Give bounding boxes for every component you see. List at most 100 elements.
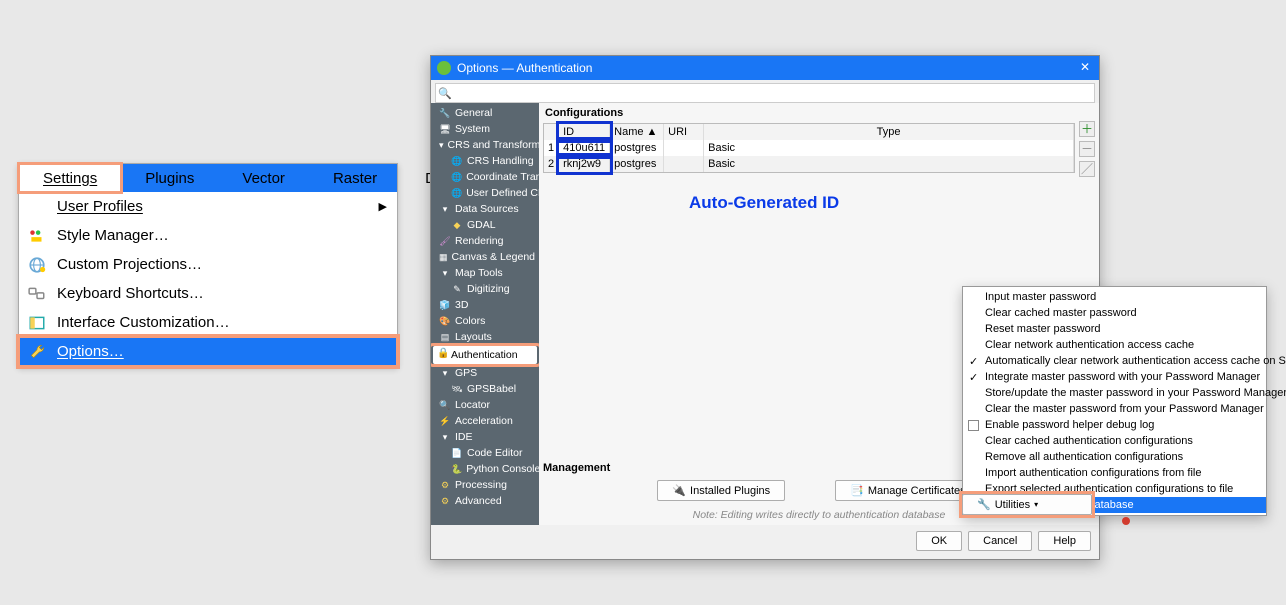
chevron-right-icon: ▶ <box>379 200 387 213</box>
ctx-clear-cached-auth-configs[interactable]: Clear cached authentication configuratio… <box>963 433 1266 449</box>
menuitem-style-manager[interactable]: Style Manager… <box>19 221 397 250</box>
dialog-titlebar: Options — Authentication ✕ <box>431 56 1099 80</box>
ctx-enable-debug-log[interactable]: Enable password helper debug log <box>963 417 1266 433</box>
options-search[interactable]: 🔍 <box>435 83 1095 103</box>
ctx-input-master-password[interactable]: Input master password <box>963 289 1266 305</box>
sort-asc-icon: ▲ <box>647 126 658 138</box>
ctx-import-auth-configs[interactable]: Import authentication configurations fro… <box>963 465 1266 481</box>
settings-menu-fragment: Settings Plugins Vector Raster Datab Use… <box>18 163 398 367</box>
utilities-button-highlight: 🔧 Utilities ▾ <box>962 494 1092 515</box>
nav-layouts[interactable]: ▤Layouts <box>431 329 539 345</box>
menu-plugins[interactable]: Plugins <box>121 164 218 192</box>
nav-ide[interactable]: ▾IDE <box>431 429 539 445</box>
palette-icon: 🎨 <box>439 315 451 327</box>
chevron-down-icon: ▾ <box>1034 500 1038 509</box>
menuitem-keyboard-shortcuts[interactable]: Keyboard Shortcuts… <box>19 279 397 308</box>
ctx-clear-network-auth-cache[interactable]: Clear network authentication access cach… <box>963 337 1266 353</box>
table-row[interactable]: 1 410u611 postgres Basic <box>544 140 1074 156</box>
col-id[interactable]: ID <box>559 124 610 140</box>
menuitem-options[interactable]: Options… <box>19 337 397 366</box>
ok-button[interactable]: OK <box>916 531 962 551</box>
nav-gpsbabel[interactable]: 🛰GPSBabel <box>431 381 539 397</box>
nav-processing[interactable]: ⚙Processing <box>431 477 539 493</box>
nav-digitizing[interactable]: ✎Digitizing <box>431 281 539 297</box>
menuitem-label: Style Manager… <box>57 227 169 244</box>
menuitem-label: Custom Projections… <box>57 256 202 273</box>
auto-generated-id-annotation: Auto-Generated ID <box>689 193 839 213</box>
help-button[interactable]: Help <box>1038 531 1091 551</box>
ctx-clear-password-from-pm[interactable]: Clear the master password from your Pass… <box>963 401 1266 417</box>
nav-user-defined-crs[interactable]: 🌐User Defined CR <box>431 185 539 201</box>
ctx-reset-master-password[interactable]: Reset master password <box>963 321 1266 337</box>
search-icon: 🔍 <box>436 87 454 100</box>
collapse-icon: ▾ <box>439 431 451 443</box>
ctx-store-update-password[interactable]: Store/update the master password in your… <box>963 385 1266 401</box>
col-type[interactable]: Type <box>704 124 1074 140</box>
utilities-button[interactable]: 🔧 Utilities ▾ <box>962 494 1092 515</box>
nav-locator[interactable]: 🔍Locator <box>431 397 539 413</box>
search-input[interactable] <box>454 87 1094 99</box>
search-icon: 🔍 <box>439 399 451 411</box>
plug-icon: 🔌 <box>672 484 686 497</box>
nav-advanced[interactable]: ⚙Advanced <box>431 493 539 509</box>
nav-authentication[interactable]: 🔒Authentication <box>433 346 537 364</box>
nav-system[interactable]: 🖥System <box>431 121 539 137</box>
nav-crs-transforms[interactable]: ▾CRS and Transforms <box>431 137 539 153</box>
options-nav-tree[interactable]: 🔧General 🖥System ▾CRS and Transforms 🌐CR… <box>431 103 539 525</box>
nav-acceleration[interactable]: ⚡Acceleration <box>431 413 539 429</box>
cell-name: postgres <box>610 140 664 156</box>
cube-icon: 🧊 <box>439 299 451 311</box>
ctx-clear-cached-master-password[interactable]: Clear cached master password <box>963 305 1266 321</box>
menuitem-label: Interface Customization… <box>57 314 230 331</box>
menuitem-custom-projections[interactable]: Custom Projections… <box>19 250 397 279</box>
wrench-icon <box>27 342 47 362</box>
nav-3d[interactable]: 🧊3D <box>431 297 539 313</box>
canvas-icon: ▦ <box>439 251 448 263</box>
manage-certificates-button[interactable]: 📑Manage Certificates <box>835 480 981 501</box>
col-row[interactable] <box>544 124 559 140</box>
nav-general[interactable]: 🔧General <box>431 105 539 121</box>
nav-data-sources[interactable]: ▾Data Sources <box>431 201 539 217</box>
cell-id: rknj2w9 <box>559 156 610 172</box>
brush-icon: 🖌 <box>439 235 451 247</box>
nav-python-console[interactable]: 🐍Python Console <box>431 461 539 477</box>
col-uri[interactable]: URI <box>664 124 704 140</box>
nav-crs-handling[interactable]: 🌐CRS Handling <box>431 153 539 169</box>
nav-code-editor[interactable]: 📄Code Editor <box>431 445 539 461</box>
menu-vector[interactable]: Vector <box>218 164 309 192</box>
menuitem-label: User Profiles <box>57 198 143 215</box>
edit-config-button[interactable]: ／ <box>1079 161 1095 177</box>
nav-canvas-legend[interactable]: ▦Canvas & Legend <box>431 249 539 265</box>
add-config-button[interactable]: ＋ <box>1079 121 1095 137</box>
menu-raster[interactable]: Raster <box>309 164 401 192</box>
nav-rendering[interactable]: 🖌Rendering <box>431 233 539 249</box>
nav-coordinate-trans[interactable]: 🌐Coordinate Trans <box>431 169 539 185</box>
menuitem-label: Keyboard Shortcuts… <box>57 285 204 302</box>
ctx-integrate-password-manager[interactable]: Integrate master password with your Pass… <box>963 369 1266 385</box>
qgis-logo-icon <box>437 61 451 75</box>
utilities-label: Utilities <box>995 499 1030 511</box>
installed-plugins-button[interactable]: 🔌Installed Plugins <box>657 480 785 501</box>
nav-colors[interactable]: 🎨Colors <box>431 313 539 329</box>
collapse-icon: ▾ <box>439 139 444 151</box>
nav-map-tools[interactable]: ▾Map Tools <box>431 265 539 281</box>
close-icon[interactable]: ✕ <box>1077 60 1093 76</box>
layout-icon: ▤ <box>439 331 451 343</box>
col-name[interactable]: Name ▲ <box>610 124 664 140</box>
remove-config-button[interactable]: － <box>1079 141 1095 157</box>
ctx-auto-clear-on-ssl[interactable]: Automatically clear network authenticati… <box>963 353 1266 369</box>
certificate-icon: 📑 <box>850 484 864 497</box>
lock-icon: 🔒 <box>437 348 449 359</box>
ctx-remove-all-auth-configs[interactable]: Remove all authentication configurations <box>963 449 1266 465</box>
cancel-button[interactable]: Cancel <box>968 531 1032 551</box>
menuitem-interface-customization[interactable]: Interface Customization… <box>19 308 397 337</box>
nav-gps[interactable]: ▾GPS <box>431 365 539 381</box>
menu-settings[interactable]: Settings <box>19 164 121 192</box>
table-row[interactable]: 2 rknj2w9 postgres Basic <box>544 156 1074 172</box>
gears-icon: ⚙ <box>439 495 451 507</box>
nav-gdal[interactable]: ◆GDAL <box>431 217 539 233</box>
configurations-table[interactable]: ID Name ▲ URI Type 1 410u611 postgres Ba… <box>543 123 1075 173</box>
nav-authentication-highlight: 🔒Authentication <box>431 346 539 364</box>
keyboard-icon <box>27 284 47 304</box>
menuitem-user-profiles[interactable]: User Profiles ▶ <box>19 192 397 221</box>
